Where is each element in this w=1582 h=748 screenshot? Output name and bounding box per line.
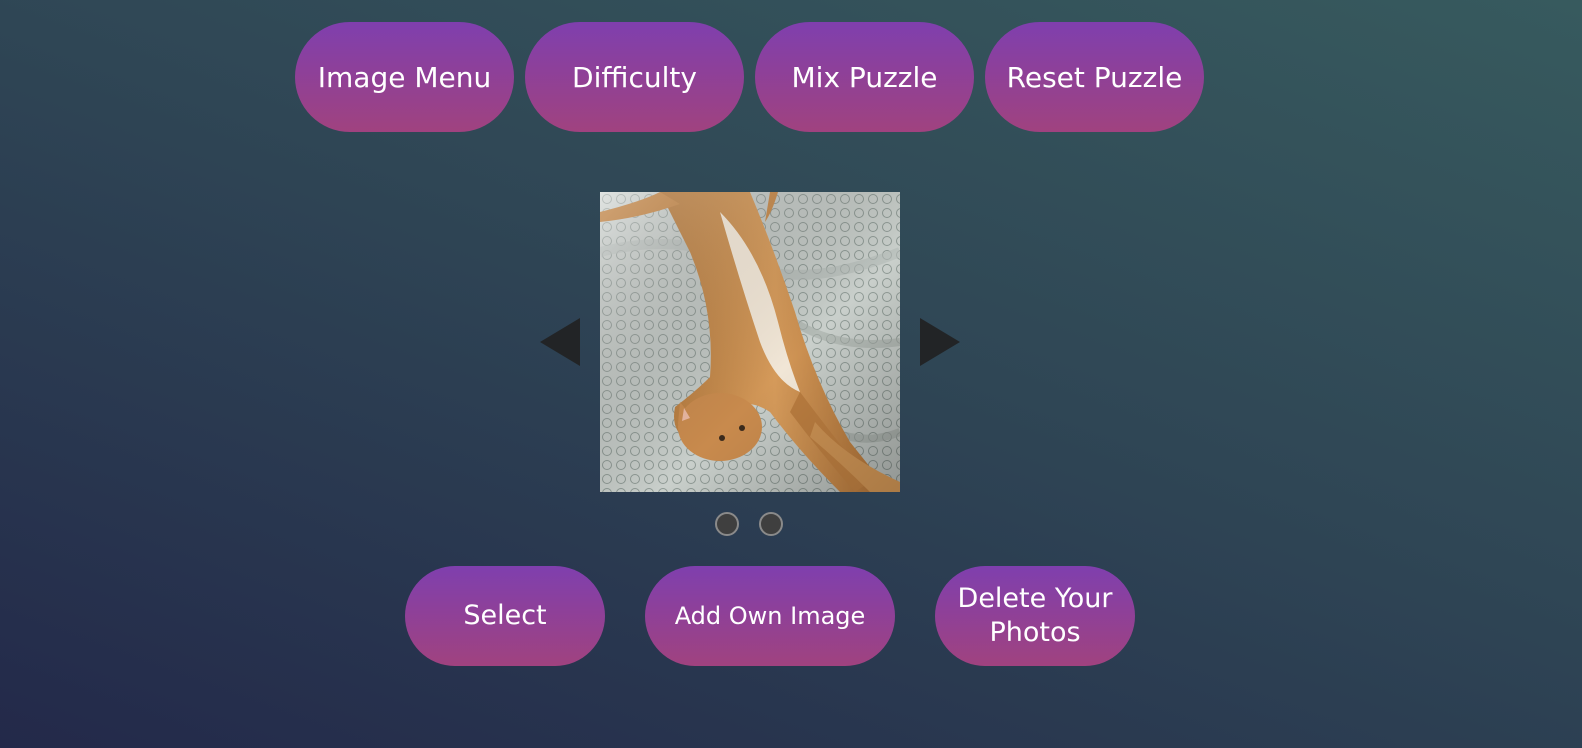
carousel-indicator-1[interactable]	[715, 512, 739, 536]
difficulty-button[interactable]: Difficulty	[525, 22, 744, 132]
image-menu-button[interactable]: Image Menu	[295, 22, 514, 132]
next-image-arrow-icon[interactable]	[920, 318, 960, 366]
carousel-image[interactable]	[600, 192, 900, 492]
delete-your-photos-button[interactable]: Delete Your Photos	[935, 566, 1135, 666]
select-button[interactable]: Select	[405, 566, 605, 666]
carousel-indicator-2[interactable]	[759, 512, 783, 536]
delete-button-label-line1: Delete Your	[957, 583, 1113, 614]
delete-button-label-line2: Photos	[989, 617, 1081, 648]
mix-puzzle-button[interactable]: Mix Puzzle	[755, 22, 974, 132]
previous-image-arrow-icon[interactable]	[540, 318, 580, 366]
cat-photo-illustration	[600, 192, 900, 492]
add-own-image-button[interactable]: Add Own Image	[645, 566, 895, 666]
reset-puzzle-button[interactable]: Reset Puzzle	[985, 22, 1204, 132]
